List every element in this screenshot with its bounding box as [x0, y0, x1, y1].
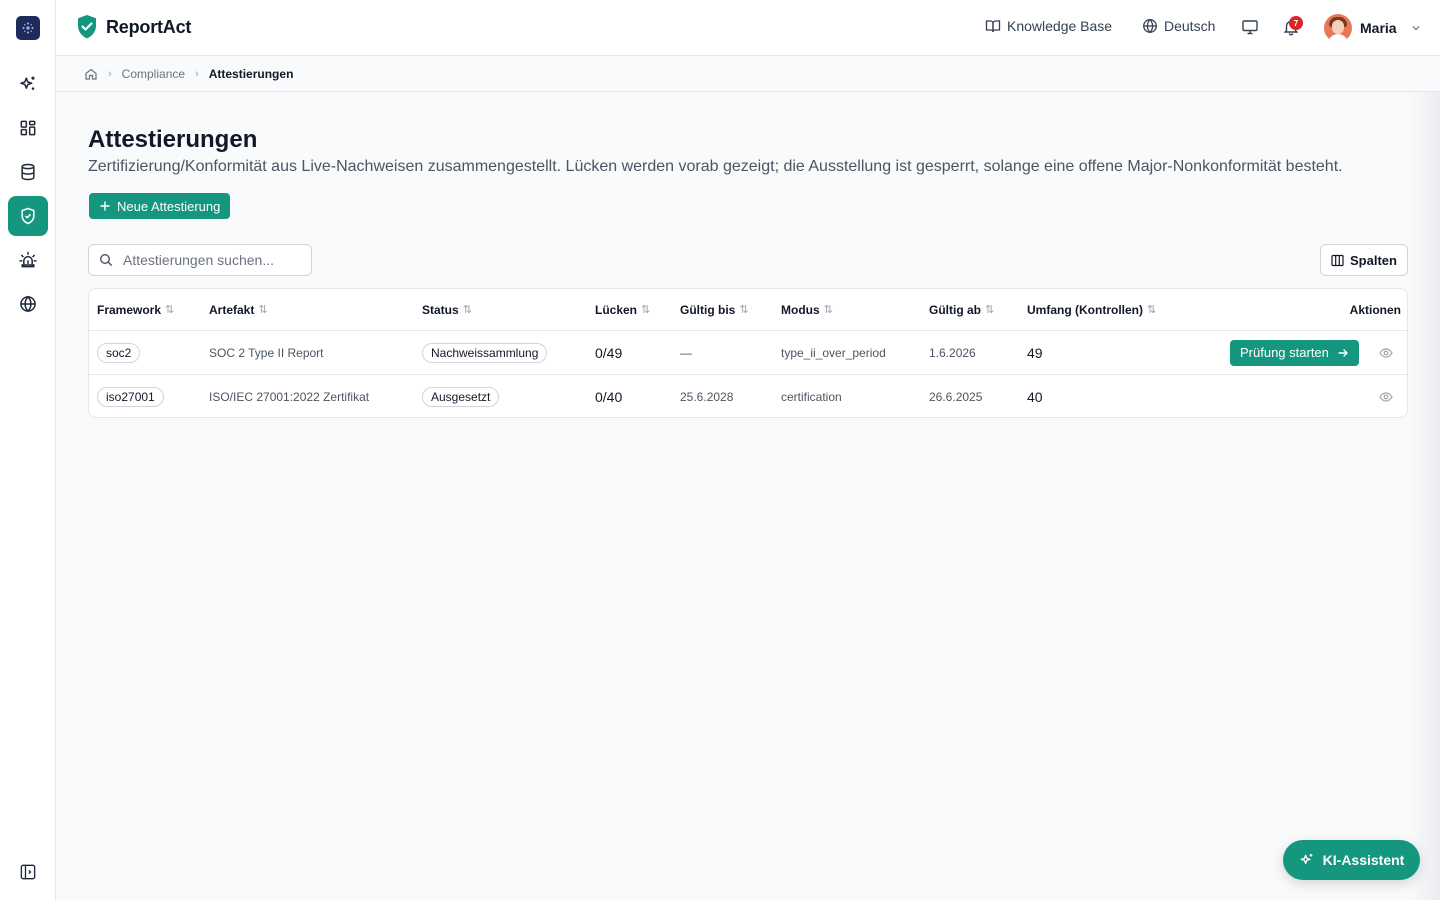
search-icon — [99, 253, 112, 266]
breadcrumb: › Compliance › Attestierungen — [56, 56, 1440, 92]
user-menu[interactable]: Maria — [1324, 14, 1421, 42]
columns-label: Spalten — [1350, 252, 1397, 268]
globe-icon — [1143, 18, 1157, 34]
sort-icon: ⇅ — [985, 304, 995, 316]
sort-icon: ⇅ — [641, 304, 651, 316]
sort-icon: ⇅ — [165, 304, 175, 316]
column-header-artefakt[interactable]: Artefakt ⇅ — [209, 289, 268, 330]
dashboard-grid-icon[interactable] — [8, 108, 48, 148]
top-header: ReportAct Knowledge Base Deutsch 7 Maria — [56, 0, 1440, 56]
sort-icon: ⇅ — [462, 304, 472, 316]
column-header-aktionen: Aktionen — [1349, 302, 1401, 317]
knowledge-base-label: Knowledge Base — [1007, 18, 1113, 34]
language-label: Deutsch — [1164, 18, 1216, 34]
start-audit-button[interactable]: Prüfung starten — [1230, 339, 1359, 366]
artefakt-cell: SOC 2 Type II Report — [209, 345, 324, 360]
gueltig-bis-cell: 25.6.2028 — [680, 390, 734, 404]
sort-icon: ⇅ — [258, 304, 268, 316]
chevron-right-icon: › — [108, 67, 112, 80]
sort-icon: ⇅ — [1147, 304, 1157, 316]
eye-icon[interactable] — [1379, 346, 1393, 360]
column-header-modus[interactable]: Modus ⇅ — [781, 289, 833, 330]
table-header-row: Framework ⇅ Artefakt ⇅ Status ⇅ Lücken ⇅ Gül… — [89, 289, 1407, 331]
sort-icon: ⇅ — [823, 304, 833, 316]
umfang-cell: 49 — [1027, 344, 1043, 361]
column-header-framework[interactable]: Framework ⇅ — [97, 289, 174, 330]
sparkles-icon — [1300, 854, 1312, 864]
new-attestation-button[interactable]: Neue Attestierung — [89, 193, 231, 219]
artefakt-cell: ISO/IEC 27001:2022 Zertifikat — [209, 390, 370, 404]
database-icon[interactable] — [8, 152, 48, 192]
gueltig-bis-cell: — — [680, 345, 692, 360]
scroll-shadow — [1408, 92, 1440, 900]
chevron-down-icon — [1412, 26, 1420, 31]
table-row[interactable]: iso27001 ISO/IEC 27001:2022 Zertifikat A… — [89, 375, 1407, 417]
eye-icon[interactable] — [1379, 390, 1393, 404]
ai-assistant-label: KI-Assistent — [1322, 852, 1405, 868]
columns-icon — [1331, 254, 1344, 266]
globe-icon[interactable] — [8, 284, 48, 324]
user-name: Maria — [1360, 20, 1397, 36]
luecken-cell: 0/40 — [595, 389, 623, 405]
new-attestation-label: Neue Attestierung — [117, 198, 221, 214]
modus-cell: certification — [781, 390, 842, 404]
page-description: Zertifizierung/Konformität aus Live-Nach… — [88, 158, 1343, 175]
arrow-right-icon — [1338, 348, 1348, 357]
column-header-luecken[interactable]: Lücken ⇅ — [595, 289, 650, 330]
status-badge: Nachweissammlung — [422, 342, 548, 363]
search-input[interactable] — [123, 252, 293, 268]
sidebar-rail — [0, 0, 56, 900]
sparkles-icon[interactable] — [8, 64, 48, 104]
breadcrumb-current: Attestierungen — [208, 66, 294, 81]
brand[interactable]: ReportAct — [76, 14, 191, 40]
page-title: Attestierungen — [88, 126, 258, 153]
knowledge-base-link[interactable]: Knowledge Base — [985, 18, 1112, 34]
gueltig-ab-cell: 26.6.2025 — [929, 390, 983, 404]
start-audit-label: Prüfung starten — [1240, 345, 1329, 360]
ai-assistant-button[interactable]: KI-Assistent — [1283, 840, 1420, 880]
shield-check-icon — [78, 15, 96, 39]
luecken-cell: 0/49 — [595, 344, 623, 361]
gueltig-ab-cell: 1.6.2026 — [929, 345, 976, 360]
framework-badge: soc2 — [97, 342, 141, 363]
modus-cell: type_ii_over_period — [781, 345, 886, 360]
monitor-icon[interactable] — [1241, 18, 1259, 36]
table-row[interactable]: soc2 SOC 2 Type II Report Nachweissammlu… — [89, 331, 1407, 375]
column-header-umfang[interactable]: Umfang (Kontrollen) ⇅ — [1027, 289, 1156, 330]
framework-badge: iso27001 — [97, 387, 164, 407]
avatar — [1324, 14, 1352, 42]
chevron-right-icon: › — [195, 67, 199, 80]
breadcrumb-compliance[interactable]: Compliance — [122, 67, 185, 81]
attestations-table: Framework ⇅ Artefakt ⇅ Status ⇅ Lücken ⇅ Gül… — [88, 288, 1408, 418]
sort-icon: ⇅ — [739, 304, 749, 316]
columns-button[interactable]: Spalten — [1320, 244, 1408, 276]
app-logo-icon[interactable] — [16, 16, 40, 40]
column-header-gueltig-bis[interactable]: Gültig bis ⇅ — [680, 289, 749, 330]
search-box[interactable] — [88, 244, 312, 276]
language-switcher[interactable]: Deutsch — [1142, 18, 1215, 34]
brand-name: ReportAct — [106, 16, 192, 37]
umfang-cell: 40 — [1027, 389, 1043, 405]
plus-icon — [100, 201, 110, 211]
book-open-icon — [985, 20, 1001, 33]
home-icon[interactable] — [84, 67, 98, 81]
alarm-siren-icon[interactable] — [8, 240, 48, 280]
notification-badge: 7 — [1289, 16, 1303, 30]
column-header-gueltig-ab[interactable]: Gültig ab ⇅ — [929, 289, 994, 330]
status-badge: Ausgesetzt — [422, 387, 500, 407]
sidebar-toggle-icon[interactable] — [8, 852, 48, 892]
column-header-status[interactable]: Status ⇅ — [422, 289, 472, 330]
shield-check-icon[interactable] — [8, 196, 48, 236]
